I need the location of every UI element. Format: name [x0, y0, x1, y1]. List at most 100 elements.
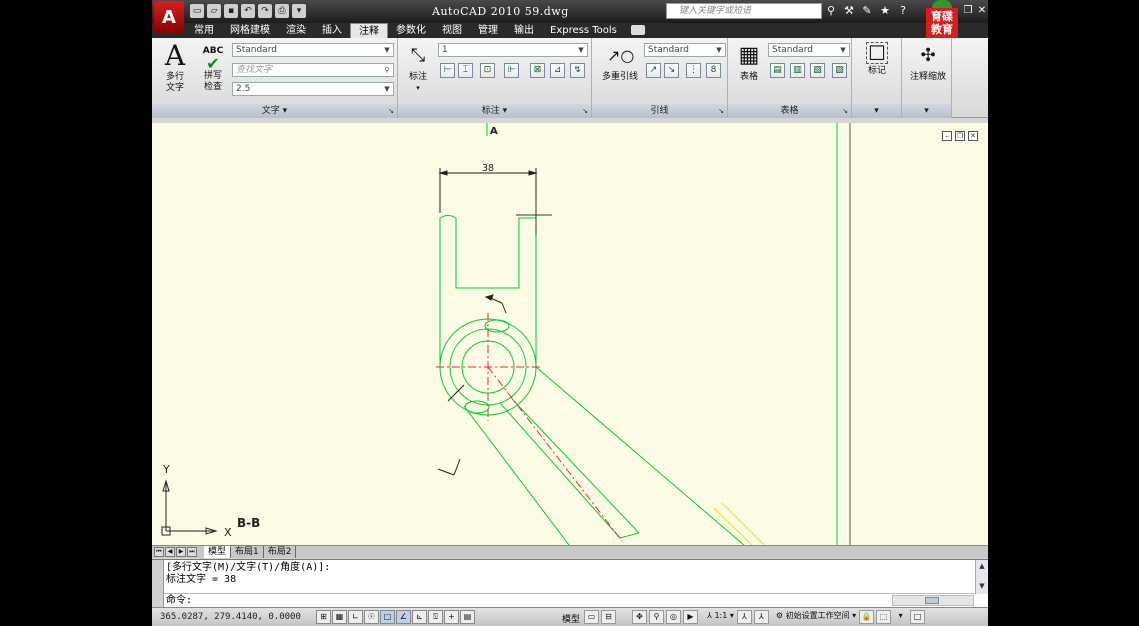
- binoculars-icon[interactable]: ⚲: [824, 4, 838, 18]
- ortho-toggle-icon[interactable]: ∟: [348, 610, 363, 624]
- tab-manage[interactable]: 管理: [470, 23, 506, 38]
- command-grip[interactable]: [152, 560, 164, 608]
- spell-check-button[interactable]: ABC ✔ 拼写 检查: [194, 42, 232, 93]
- text-panel-title[interactable]: 文字 ▾ ↘: [152, 104, 397, 118]
- table-panel-title[interactable]: 表格 ↘: [728, 104, 851, 118]
- ducs-toggle-icon[interactable]: ⊾: [412, 610, 427, 624]
- inspection-icon[interactable]: ⊡: [480, 63, 495, 78]
- panel-launcher-icon[interactable]: ↘: [388, 104, 394, 118]
- dim-space-icon[interactable]: ⌶: [458, 63, 473, 78]
- restore-icon[interactable]: ❐: [962, 4, 974, 17]
- dyn-toggle-icon[interactable]: ⍂: [428, 610, 443, 624]
- markup-button[interactable]: ☐ 标记: [858, 42, 896, 77]
- text-style-select[interactable]: Standard ▼: [232, 43, 394, 57]
- pan-icon[interactable]: ✥: [632, 610, 647, 624]
- drawing-canvas[interactable]: 38 A B-B Y X – ❐ ✕: [152, 123, 988, 545]
- dropdown-icon[interactable]: ▾: [292, 4, 306, 18]
- restore-icon[interactable]: ❐: [955, 131, 965, 141]
- tab-layout1[interactable]: 布局1: [231, 546, 264, 558]
- osnap-toggle-icon[interactable]: □: [380, 610, 395, 624]
- coordinate-readout[interactable]: 365.0287, 279.4140, 0.0000: [160, 612, 301, 622]
- text-height-select[interactable]: 2.5 ▼: [232, 82, 394, 96]
- workspace-select[interactable]: ⚙ 初始设置工作空间 ▾: [775, 610, 857, 624]
- command-input[interactable]: 命令:: [166, 595, 192, 606]
- zoom-icon[interactable]: ⚲: [649, 610, 664, 624]
- search-input[interactable]: 键入关键字或短语: [666, 3, 822, 19]
- oblique-icon[interactable]: ⊿: [550, 63, 565, 78]
- grid-toggle-icon[interactable]: ▦: [332, 610, 347, 624]
- close-icon[interactable]: ✕: [968, 131, 978, 141]
- panel-launcher-icon[interactable]: ↘: [582, 104, 588, 118]
- clean-screen-icon[interactable]: □: [910, 610, 926, 624]
- tab-annotate[interactable]: 注释: [350, 23, 388, 38]
- align-leader-icon[interactable]: ⋮: [686, 63, 701, 78]
- mtext-button[interactable]: A 多行 文字: [156, 42, 194, 94]
- lineweight-toggle-icon[interactable]: +: [444, 610, 459, 624]
- annotation-scaling-expand[interactable]: ▾: [902, 104, 951, 118]
- tab-insert[interactable]: 插入: [314, 23, 350, 38]
- model-space-label[interactable]: 模型: [562, 612, 580, 625]
- annotation-scale-select[interactable]: ⅄ 1:1 ▾: [706, 610, 735, 624]
- download-data-icon[interactable]: ▧: [810, 63, 825, 78]
- dimension-panel-title[interactable]: 标注 ▾ ↘: [398, 104, 591, 118]
- command-scrollbar[interactable]: ▲ ▼: [975, 560, 988, 594]
- panel-launcher-icon[interactable]: ↘: [718, 104, 724, 118]
- help-icon[interactable]: ?: [896, 4, 910, 18]
- find-text-input[interactable]: 查找文字 ⚲: [232, 63, 394, 77]
- tab-parametric[interactable]: 参数化: [388, 23, 434, 38]
- add-leader-icon[interactable]: ↗: [646, 63, 661, 78]
- hardware-acceleration-icon[interactable]: ⬚: [876, 610, 892, 624]
- quick-view-drawings-icon[interactable]: ⊟: [601, 610, 616, 624]
- table-style-select[interactable]: Standard ▼: [768, 43, 850, 57]
- minimize-icon[interactable]: –: [942, 131, 952, 141]
- continue-dim-icon[interactable]: ⊩: [504, 63, 519, 78]
- snap-toggle-icon[interactable]: ⊞: [316, 610, 331, 624]
- annotation-visibility-icon[interactable]: ⅄: [736, 610, 752, 624]
- scroll-down-icon[interactable]: ▼: [976, 580, 988, 592]
- scroll-up-icon[interactable]: ▲: [976, 560, 988, 572]
- last-layout-icon[interactable]: ⏭: [187, 547, 197, 557]
- tab-home[interactable]: 常用: [186, 23, 222, 38]
- multileader-button[interactable]: ↗○ 多重引线: [596, 42, 644, 83]
- status-menu-icon[interactable]: ▾: [893, 610, 908, 624]
- steering-wheel-icon[interactable]: ◎: [666, 610, 681, 624]
- lock-icon[interactable]: 🔒: [859, 610, 875, 624]
- quick-view-layouts-icon[interactable]: ▭: [584, 610, 599, 624]
- subscription-icon[interactable]: ⚒: [842, 4, 856, 18]
- scroll-thumb[interactable]: [925, 597, 939, 604]
- panel-launcher-icon[interactable]: ↘: [842, 104, 848, 118]
- dimension-button[interactable]: ⤡ 标注 ▾: [399, 42, 437, 94]
- showmotion-icon[interactable]: ▶: [683, 610, 698, 624]
- tab-render[interactable]: 渲染: [278, 23, 314, 38]
- tab-model[interactable]: 模型: [204, 546, 232, 558]
- open-icon[interactable]: ▱: [207, 4, 221, 18]
- tab-view[interactable]: 视图: [434, 23, 470, 38]
- first-layout-icon[interactable]: ⏮: [154, 547, 164, 557]
- leader-panel-title[interactable]: 引线 ↘: [592, 104, 727, 118]
- dim-break-icon[interactable]: ⊢: [440, 63, 455, 78]
- undo-icon[interactable]: ↶: [241, 4, 255, 18]
- save-icon[interactable]: ▪: [224, 4, 238, 18]
- communication-icon[interactable]: ✎: [860, 4, 874, 18]
- redo-icon[interactable]: ↷: [258, 4, 272, 18]
- close-icon[interactable]: ✕: [976, 4, 988, 17]
- tab-express-tools[interactable]: Express Tools: [542, 23, 625, 38]
- dim-style-select[interactable]: 1 ▼: [438, 43, 588, 57]
- polar-toggle-icon[interactable]: ☉: [364, 610, 379, 624]
- favorites-icon[interactable]: ★: [878, 4, 892, 18]
- collect-leader-icon[interactable]: 8: [706, 63, 721, 78]
- upload-data-icon[interactable]: ▨: [832, 63, 847, 78]
- extract-data-icon[interactable]: ▤: [770, 63, 785, 78]
- jog-icon[interactable]: ↯: [570, 63, 585, 78]
- plot-icon[interactable]: ⎙: [275, 4, 289, 18]
- auto-scale-icon[interactable]: ⅄: [753, 610, 769, 624]
- markup-panel-expand[interactable]: ▾: [852, 104, 901, 118]
- quick-properties-icon[interactable]: ▤: [460, 610, 475, 624]
- tab-mesh-modeling[interactable]: 网格建模: [222, 23, 278, 38]
- application-menu-button[interactable]: A: [154, 1, 184, 33]
- remove-leader-icon[interactable]: ↘: [664, 63, 679, 78]
- mleader-style-select[interactable]: Standard ▼: [644, 43, 726, 57]
- dim-update-icon[interactable]: ⊠: [530, 63, 545, 78]
- next-layout-icon[interactable]: ▶: [176, 547, 186, 557]
- new-icon[interactable]: ▭: [190, 4, 204, 18]
